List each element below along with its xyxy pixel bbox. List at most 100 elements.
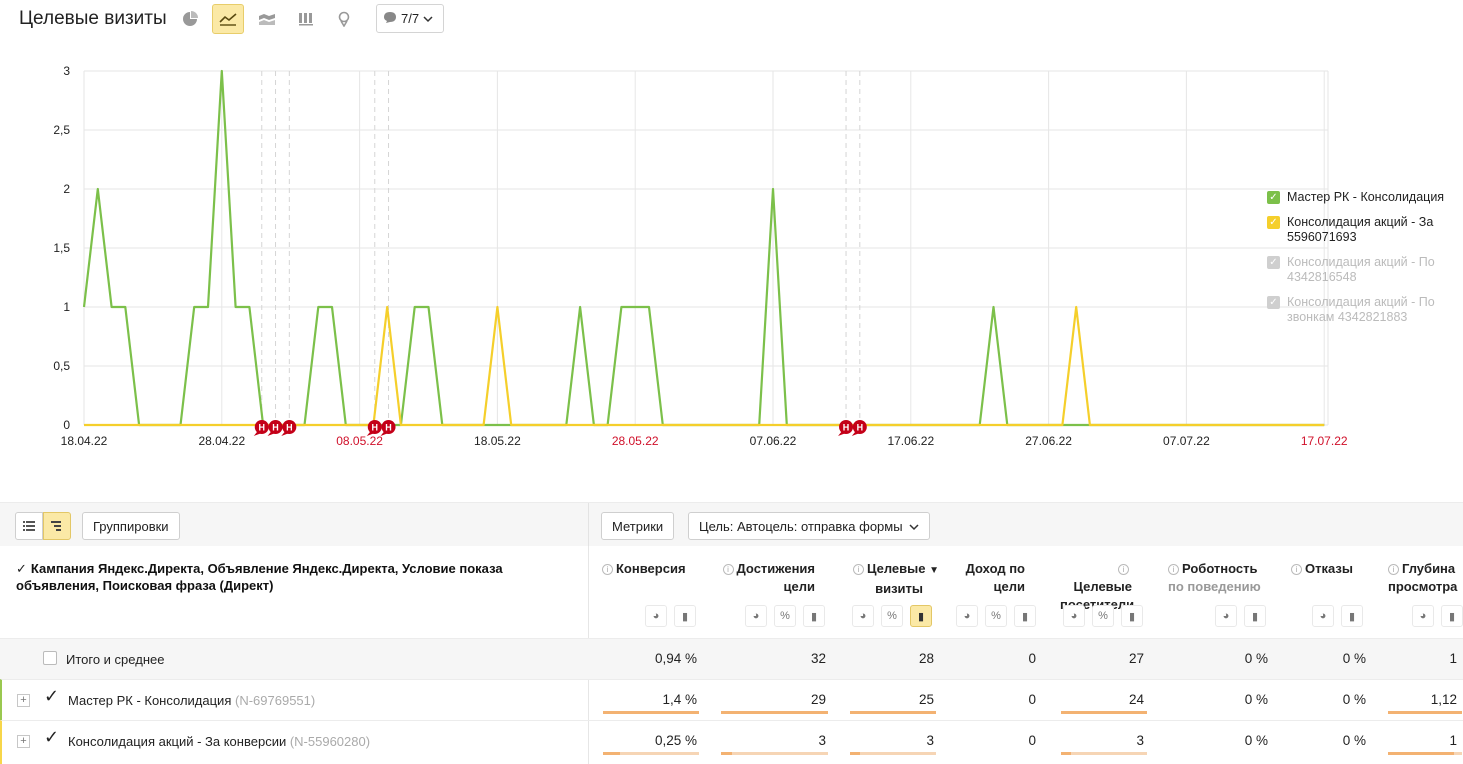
value-bar <box>850 752 936 755</box>
column-header-label: Целевые <box>1073 579 1132 594</box>
value-bar <box>850 711 936 714</box>
checkbox-checked-icon[interactable]: ✓ <box>1267 296 1280 309</box>
legend-item[interactable]: ✓ Консолидация акций - За 5596071693 <box>1267 215 1459 245</box>
y-tick-label: 3 <box>63 64 70 78</box>
bar-chart-icon[interactable]: ▮ <box>1244 605 1266 627</box>
annotation-marker-label: Н <box>259 423 266 433</box>
legend-label: Консолидация акций - За 5596071693 <box>1287 215 1434 244</box>
checkbox-checked-icon[interactable]: ✓ <box>1267 191 1280 204</box>
info-icon[interactable]: i <box>722 564 734 575</box>
cell-bounces: 0 % <box>1342 692 1366 707</box>
y-tick-label: 2,5 <box>53 123 70 137</box>
pie-chart-icon[interactable] <box>174 4 206 34</box>
info-icon[interactable]: i <box>1168 564 1179 575</box>
bar-chart-icon[interactable]: ▮ <box>1441 605 1463 627</box>
info-icon[interactable]: i <box>852 564 864 575</box>
groupings-button[interactable]: Группировки <box>82 512 180 540</box>
bar-chart-icon[interactable]: ▮ <box>1121 605 1143 627</box>
bar-chart-icon[interactable]: ▮ <box>1341 605 1363 627</box>
bar-chart-icon[interactable]: ▮ <box>910 605 932 627</box>
column-header-label: Глубина <box>1402 561 1456 576</box>
cell-goal-revenue: 0 <box>1028 733 1036 748</box>
bar-chart-icon[interactable]: ▮ <box>674 605 696 627</box>
legend-item[interactable]: ✓ Консолидация акций - По звонкам 434282… <box>1267 295 1459 325</box>
expand-icon[interactable]: + <box>17 694 30 707</box>
dimension-header[interactable]: ✓ Кампания Яндекс.Директа, Объявление Янд… <box>16 560 576 594</box>
pie-chart-icon[interactable]: ◕ <box>956 605 978 627</box>
checkmark-icon[interactable]: ✓ <box>44 686 59 707</box>
tree-view-icon[interactable] <box>43 512 71 540</box>
map-pin-icon[interactable] <box>328 4 360 34</box>
row-label[interactable]: Консолидация акций - За конверсии (N-559… <box>68 734 370 749</box>
value-bar <box>1388 752 1462 755</box>
line-chart: 0 0,5 1 1,5 2 2,5 3 18.04.22 28.04.22 08.05.22 18.… <box>53 64 1348 448</box>
column-header-label: просмотра <box>1388 579 1458 594</box>
percent-icon[interactable]: % <box>774 605 796 627</box>
column-header-goal-reaches[interactable]: i Достижения цели <box>721 560 815 596</box>
x-tick-label: 18.05.22 <box>474 434 521 448</box>
pie-chart-icon[interactable]: ◕ <box>645 605 667 627</box>
expand-icon[interactable]: + <box>17 735 30 748</box>
legend-item[interactable]: ✓ Консолидация акций - По 4342816548 <box>1267 255 1459 285</box>
x-tick-label: 07.07.22 <box>1163 434 1210 448</box>
table-row[interactable]: + ✓ Консолидация акций - За конверсии (N… <box>0 720 1463 764</box>
line-chart-icon[interactable] <box>212 4 244 34</box>
bar-chart-icon[interactable] <box>290 4 322 34</box>
percent-icon[interactable]: % <box>985 605 1007 627</box>
goal-select-label: Цель: Автоцель: отправка формы <box>699 518 903 534</box>
row-checkbox[interactable] <box>43 651 57 665</box>
chevron-down-icon <box>423 11 433 26</box>
table-toolbar: Группировки Метрики Цель: Автоцель: отпр… <box>0 502 1463 547</box>
percent-icon[interactable]: % <box>1092 605 1114 627</box>
pie-chart-icon[interactable]: ◕ <box>1312 605 1334 627</box>
annotation-marker-label: Н <box>372 423 379 433</box>
cell-goal-visits: 28 <box>918 651 934 666</box>
goal-select[interactable]: Цель: Автоцель: отправка формы <box>688 512 930 540</box>
report-header: Целевые визиты 7/7 <box>0 0 1463 38</box>
cell-page-depth: 1,12 <box>1430 692 1457 707</box>
column-header-bounces[interactable]: i Отказы <box>1291 560 1353 578</box>
y-tick-label: 1 <box>63 300 70 314</box>
column-header-goal-visits[interactable]: i Целевые ▼ визиты <box>851 560 939 598</box>
cell-conversion: 0,94 % <box>654 651 697 666</box>
cell-goal-reaches: 3 <box>818 733 826 748</box>
column-header-goal-revenue[interactable]: Доход по цели <box>960 560 1025 596</box>
column-header-conversion[interactable]: i Конверсия <box>602 560 686 578</box>
annotation-marker-label: Н <box>843 423 850 433</box>
info-icon[interactable]: i <box>602 564 613 575</box>
row-label[interactable]: Мастер РК - Консолидация (N-69769551) <box>68 693 315 708</box>
checkbox-checked-icon[interactable]: ✓ <box>1267 256 1280 269</box>
pie-chart-icon[interactable]: ◕ <box>852 605 874 627</box>
column-header-robotness[interactable]: i Роботность по поведению <box>1168 560 1264 596</box>
checkbox-checked-icon[interactable]: ✓ <box>1267 216 1280 229</box>
list-view-icon[interactable] <box>15 512 43 540</box>
row-id: (N-55960280) <box>289 734 371 749</box>
table-row[interactable]: + ✓ Мастер РК - Консолидация (N-69769551… <box>0 679 1463 720</box>
info-icon[interactable]: i <box>1388 564 1399 575</box>
data-table: ✓ Кампания Яндекс.Директа, Объявление Янд… <box>0 546 1463 764</box>
pie-chart-icon[interactable]: ◕ <box>745 605 767 627</box>
annotations-dropdown[interactable]: 7/7 <box>376 4 444 33</box>
pie-chart-icon[interactable]: ◕ <box>1412 605 1434 627</box>
metrics-button[interactable]: Метрики <box>601 512 675 540</box>
bar-chart-icon[interactable]: ▮ <box>803 605 825 627</box>
info-icon[interactable]: i <box>1118 564 1129 575</box>
percent-icon[interactable]: % <box>881 605 903 627</box>
sort-desc-icon[interactable]: ▼ <box>929 565 939 576</box>
pie-chart-icon[interactable]: ◕ <box>1215 605 1237 627</box>
info-icon[interactable]: i <box>1291 564 1302 575</box>
annotation-marker-label: Н <box>272 423 279 433</box>
checkmark-icon[interactable]: ✓ <box>16 561 27 576</box>
stacked-area-icon[interactable] <box>251 4 283 34</box>
column-header-page-depth[interactable]: i Глубина просмотра <box>1388 560 1458 596</box>
legend-item[interactable]: ✓ Мастер РК - Консолидация <box>1267 190 1459 205</box>
speech-bubble-icon <box>383 11 397 27</box>
checkmark-icon[interactable]: ✓ <box>44 727 59 748</box>
bar-chart-icon[interactable]: ▮ <box>1014 605 1036 627</box>
pie-chart-icon[interactable]: ◕ <box>1063 605 1085 627</box>
cell-goal-reaches: 32 <box>810 651 826 666</box>
cell-page-depth: 1 <box>1449 733 1457 748</box>
cell-robotness: 0 % <box>1244 733 1268 748</box>
column-header-label: визиты <box>875 581 923 596</box>
divider <box>588 503 589 547</box>
